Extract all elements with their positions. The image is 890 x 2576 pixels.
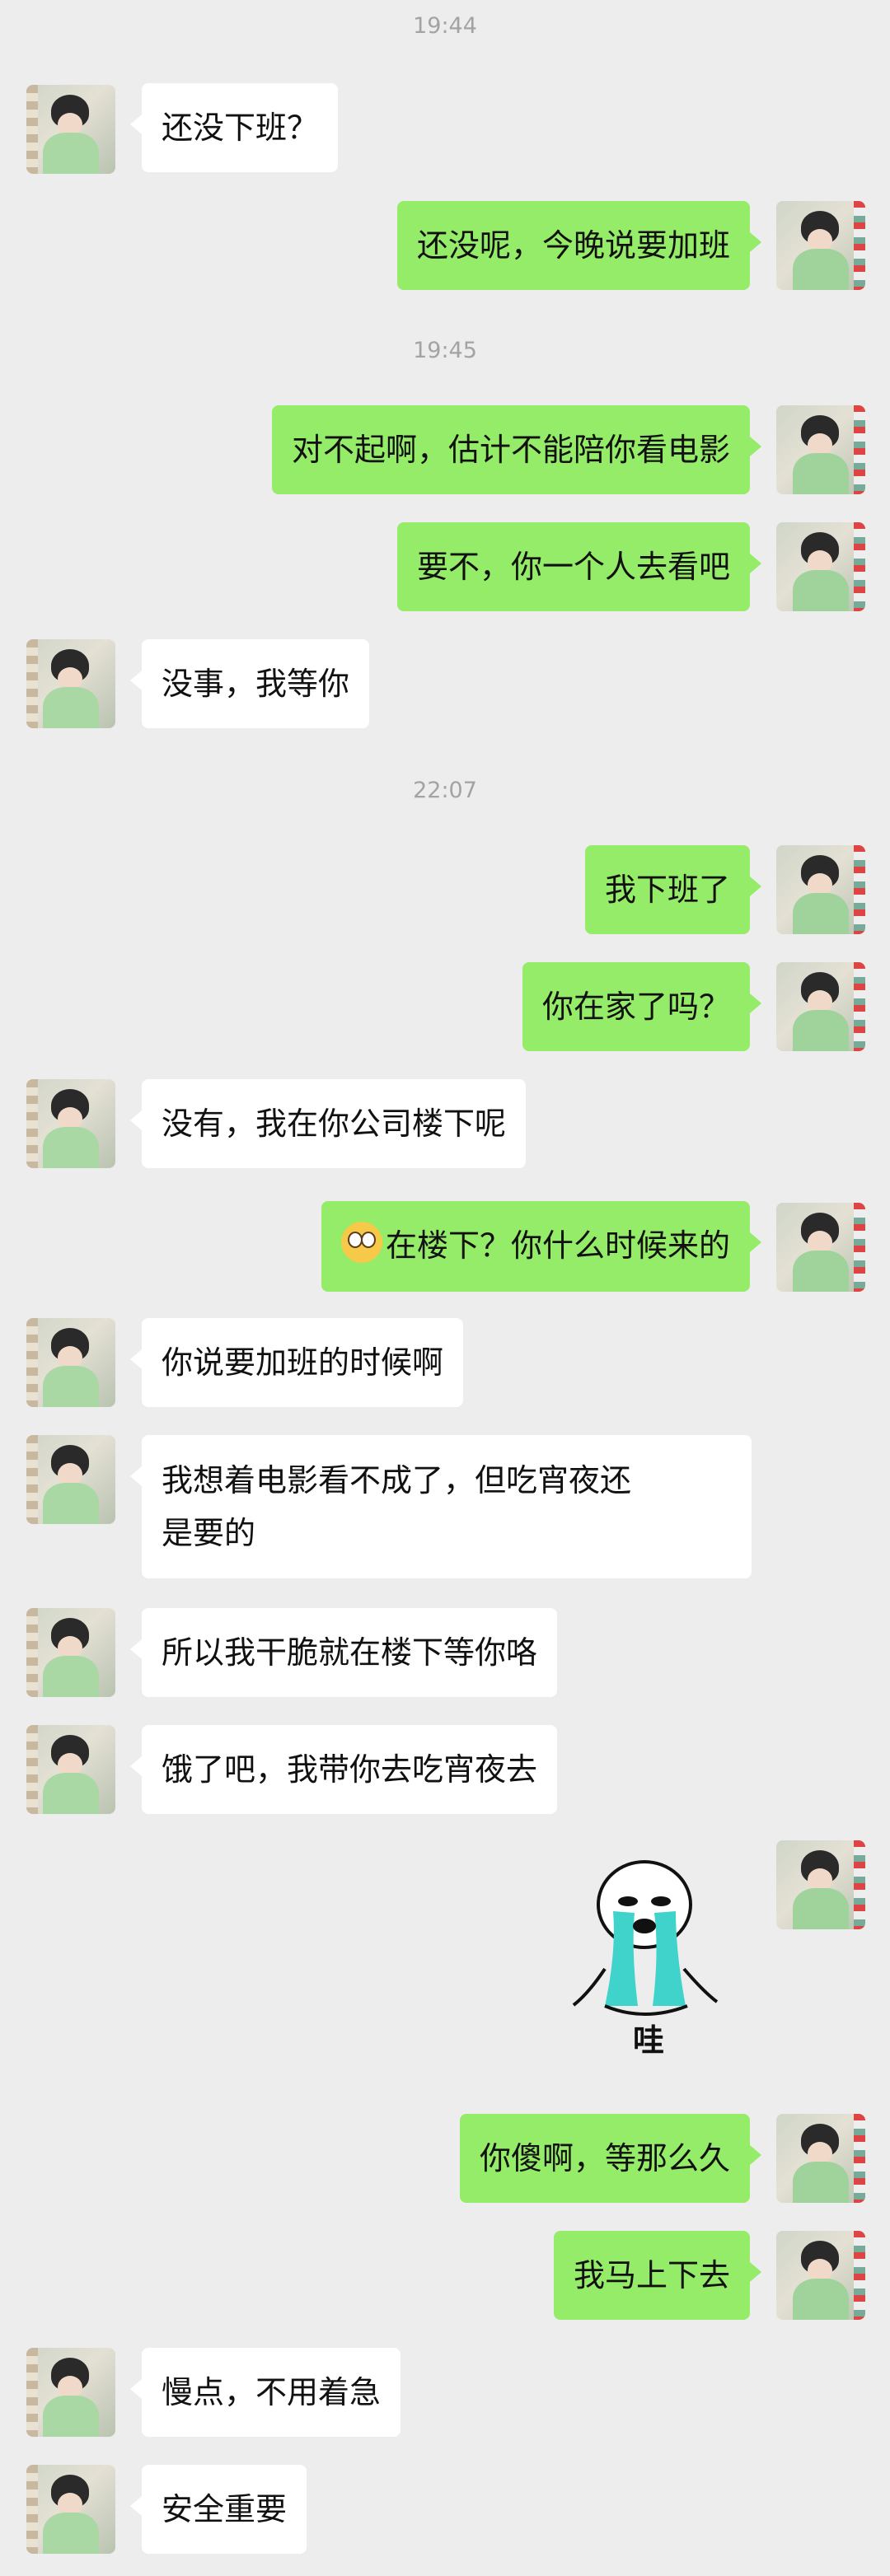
chat-conversation[interactable]: 19:44 还没下班？ 还没呢，今晚说要加班 19:45 对不起啊，估计不能陪你… (0, 0, 890, 2576)
flushed-face-icon (340, 1222, 382, 1263)
my-avatar[interactable] (776, 2114, 865, 2203)
message-line: 是要的 (162, 1515, 256, 1551)
message-bubble-incoming[interactable]: 安全重要 (129, 2465, 307, 2554)
my-avatar[interactable] (776, 1840, 865, 1929)
message-line: 我想着电影看不成了，但吃宵夜还 (162, 1462, 632, 1498)
message-bubble-incoming[interactable]: 慢点，不用着急 (129, 2348, 401, 2437)
contact-avatar[interactable] (26, 1435, 115, 1524)
my-avatar[interactable] (776, 845, 865, 934)
message-bubble-incoming[interactable]: 没有，我在你公司楼下呢 (129, 1079, 527, 1168)
my-avatar[interactable] (776, 522, 865, 611)
message-bubble-outgoing[interactable]: 你傻啊，等那么久 (459, 2114, 762, 2203)
contact-avatar[interactable] (26, 1608, 115, 1697)
timestamp: 19:44 (413, 13, 477, 39)
contact-avatar[interactable] (26, 639, 115, 728)
contact-avatar[interactable] (26, 1079, 115, 1168)
message-bubble-incoming[interactable]: 没事，我等你 (129, 639, 370, 728)
sticker-caption: 哇 (633, 2022, 665, 2059)
message-bubble-incoming[interactable]: 你说要加班的时候啊 (129, 1318, 464, 1407)
my-avatar[interactable] (776, 1203, 865, 1292)
message-bubble-outgoing[interactable]: 对不起啊，估计不能陪你看电影 (271, 405, 762, 494)
message-bubble-outgoing[interactable]: 我马上下去 (553, 2231, 762, 2320)
contact-avatar[interactable] (26, 2348, 115, 2437)
message-bubble-outgoing[interactable]: 还没呢，今晚说要加班 (396, 201, 762, 290)
my-avatar[interactable] (776, 405, 865, 494)
message-bubble-incoming[interactable]: 饿了吧，我带你去吃宵夜去 (129, 1725, 558, 1814)
message-text: 在楼下？你什么时候来的 (385, 1227, 730, 1264)
my-avatar[interactable] (776, 962, 865, 1051)
message-bubble-incoming[interactable]: 所以我干脆就在楼下等你咯 (129, 1608, 558, 1697)
timestamp: 19:45 (413, 338, 477, 363)
timestamp: 22:07 (413, 778, 477, 803)
contact-avatar[interactable] (26, 2465, 115, 2554)
message-bubble-outgoing[interactable]: 我下班了 (584, 845, 762, 934)
contact-avatar[interactable] (26, 85, 115, 174)
contact-avatar[interactable] (26, 1725, 115, 1814)
crying-meme-sticker[interactable]: 哇 (555, 1854, 730, 2059)
message-bubble-outgoing[interactable]: 在楼下？你什么时候来的 (321, 1201, 762, 1292)
message-bubble-outgoing[interactable]: 要不，你一个人去看吧 (396, 522, 762, 611)
my-avatar[interactable] (776, 2231, 865, 2320)
message-bubble-incoming[interactable]: 我想着电影看不成了，但吃宵夜还 是要的 (130, 1435, 752, 1578)
message-bubble-incoming[interactable]: 还没下班？ (129, 83, 339, 172)
my-avatar[interactable] (776, 201, 865, 290)
contact-avatar[interactable] (26, 1318, 115, 1407)
message-bubble-outgoing[interactable]: 你在家了吗？ (522, 962, 762, 1051)
